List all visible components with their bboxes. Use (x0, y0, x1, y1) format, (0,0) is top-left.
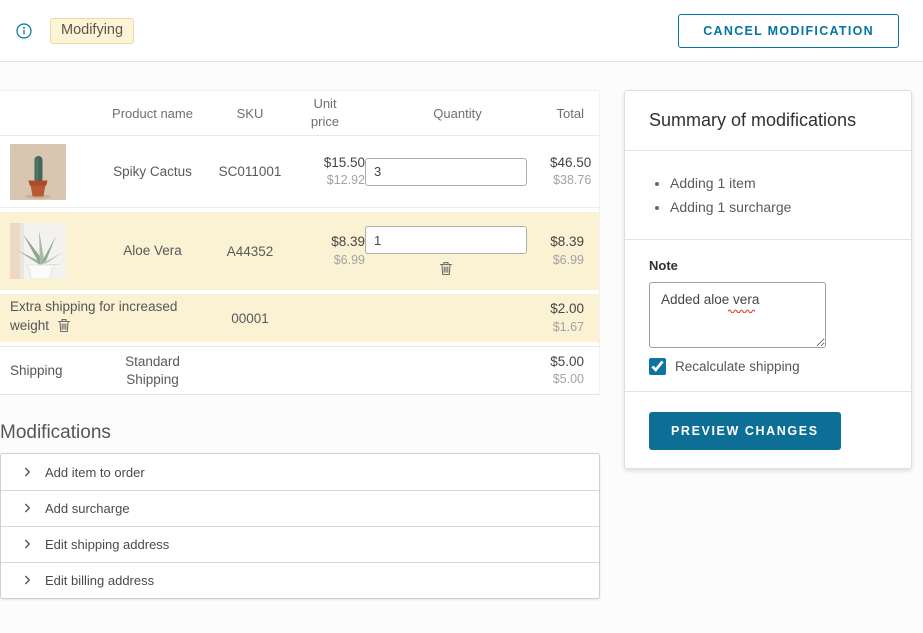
table-row-surcharge: Extra shipping for increased weight 0000… (0, 294, 599, 342)
shipping-row-label: Shipping (10, 363, 90, 378)
row-total: $5.00 $5.00 (550, 353, 584, 388)
column-header-quantity: Quantity (365, 106, 550, 121)
accordion-item-label: Add surcharge (45, 501, 130, 516)
recalculate-shipping-label[interactable]: Recalculate shipping (675, 359, 800, 374)
table-header-row: Product name SKU Unit price Quantity Tot… (0, 91, 599, 136)
trash-icon[interactable] (57, 318, 71, 339)
top-bar: Modifying CANCEL MODIFICATION (0, 0, 923, 62)
table-row-shipping: Shipping Standard Shipping $5.00 $5.00 (0, 346, 599, 394)
note-label: Note (649, 258, 887, 273)
status-badge: Modifying (50, 18, 134, 44)
chevron-right-icon (23, 573, 32, 588)
unit-price: $15.50 $12.92 (285, 154, 365, 189)
spiky-cactus-photo (10, 144, 90, 200)
accordion-item-label: Add item to order (45, 465, 145, 480)
row-total: $46.50 $38.76 (550, 154, 591, 189)
summary-list: Adding 1 item Adding 1 surcharge (649, 175, 887, 215)
shipping-method: Standard Shipping (90, 353, 215, 388)
accordion-edit-billing-address[interactable]: Edit billing address (1, 562, 599, 598)
surcharge-name: Extra shipping for increased weight (10, 298, 215, 339)
accordion-add-surcharge[interactable]: Add surcharge (1, 490, 599, 526)
preview-changes-button[interactable]: PREVIEW CHANGES (649, 412, 841, 450)
quantity-input[interactable] (365, 226, 527, 254)
order-items-table: Product name SKU Unit price Quantity Tot… (0, 90, 600, 395)
summary-item: Adding 1 item (670, 175, 887, 191)
aloe-vera-photo (10, 223, 90, 279)
column-header-sku: SKU (215, 106, 285, 121)
column-header-total: Total (550, 106, 584, 121)
row-total: $8.39 $6.99 (550, 233, 584, 268)
accordion-item-label: Edit shipping address (45, 537, 169, 552)
column-header-unit-price: Unit price (285, 95, 365, 130)
modifications-accordion: Add item to order Add surcharge Edit shi… (0, 453, 600, 599)
summary-panel: Summary of modifications Adding 1 item A… (624, 90, 912, 469)
chevron-right-icon (23, 537, 32, 552)
summary-panel-title: Summary of modifications (649, 110, 887, 131)
product-name: Aloe Vera (90, 242, 215, 260)
surcharge-sku: 00001 (215, 311, 285, 326)
accordion-item-label: Edit billing address (45, 573, 154, 588)
info-icon[interactable] (16, 23, 32, 39)
summary-item: Adding 1 surcharge (670, 199, 887, 215)
table-row-aloe-vera: Aloe Vera A44352 $8.39 $6.99 (0, 212, 599, 290)
main-content: Product name SKU Unit price Quantity Tot… (0, 62, 923, 599)
product-sku: A44352 (215, 244, 285, 259)
note-textarea[interactable]: Added aloe vera (649, 282, 826, 348)
row-total: $2.00 $1.67 (550, 300, 584, 335)
recalculate-shipping-checkbox[interactable] (649, 358, 666, 375)
cancel-modification-button[interactable]: CANCEL MODIFICATION (678, 14, 899, 48)
product-name: Spiky Cactus (90, 163, 215, 181)
accordion-edit-shipping-address[interactable]: Edit shipping address (1, 526, 599, 562)
modifications-title: Modifications (0, 422, 600, 444)
chevron-right-icon (23, 501, 32, 516)
accordion-add-item-to-order[interactable]: Add item to order (1, 454, 599, 490)
unit-price: $8.39 $6.99 (285, 233, 365, 268)
trash-icon[interactable] (365, 261, 527, 276)
column-header-product-name: Product name (90, 106, 215, 121)
table-row-spiky-cactus: Spiky Cactus SC011001 $15.50 $12.92 $46.… (0, 136, 599, 208)
quantity-input[interactable] (365, 158, 527, 186)
chevron-right-icon (23, 465, 32, 480)
product-sku: SC011001 (215, 164, 285, 179)
